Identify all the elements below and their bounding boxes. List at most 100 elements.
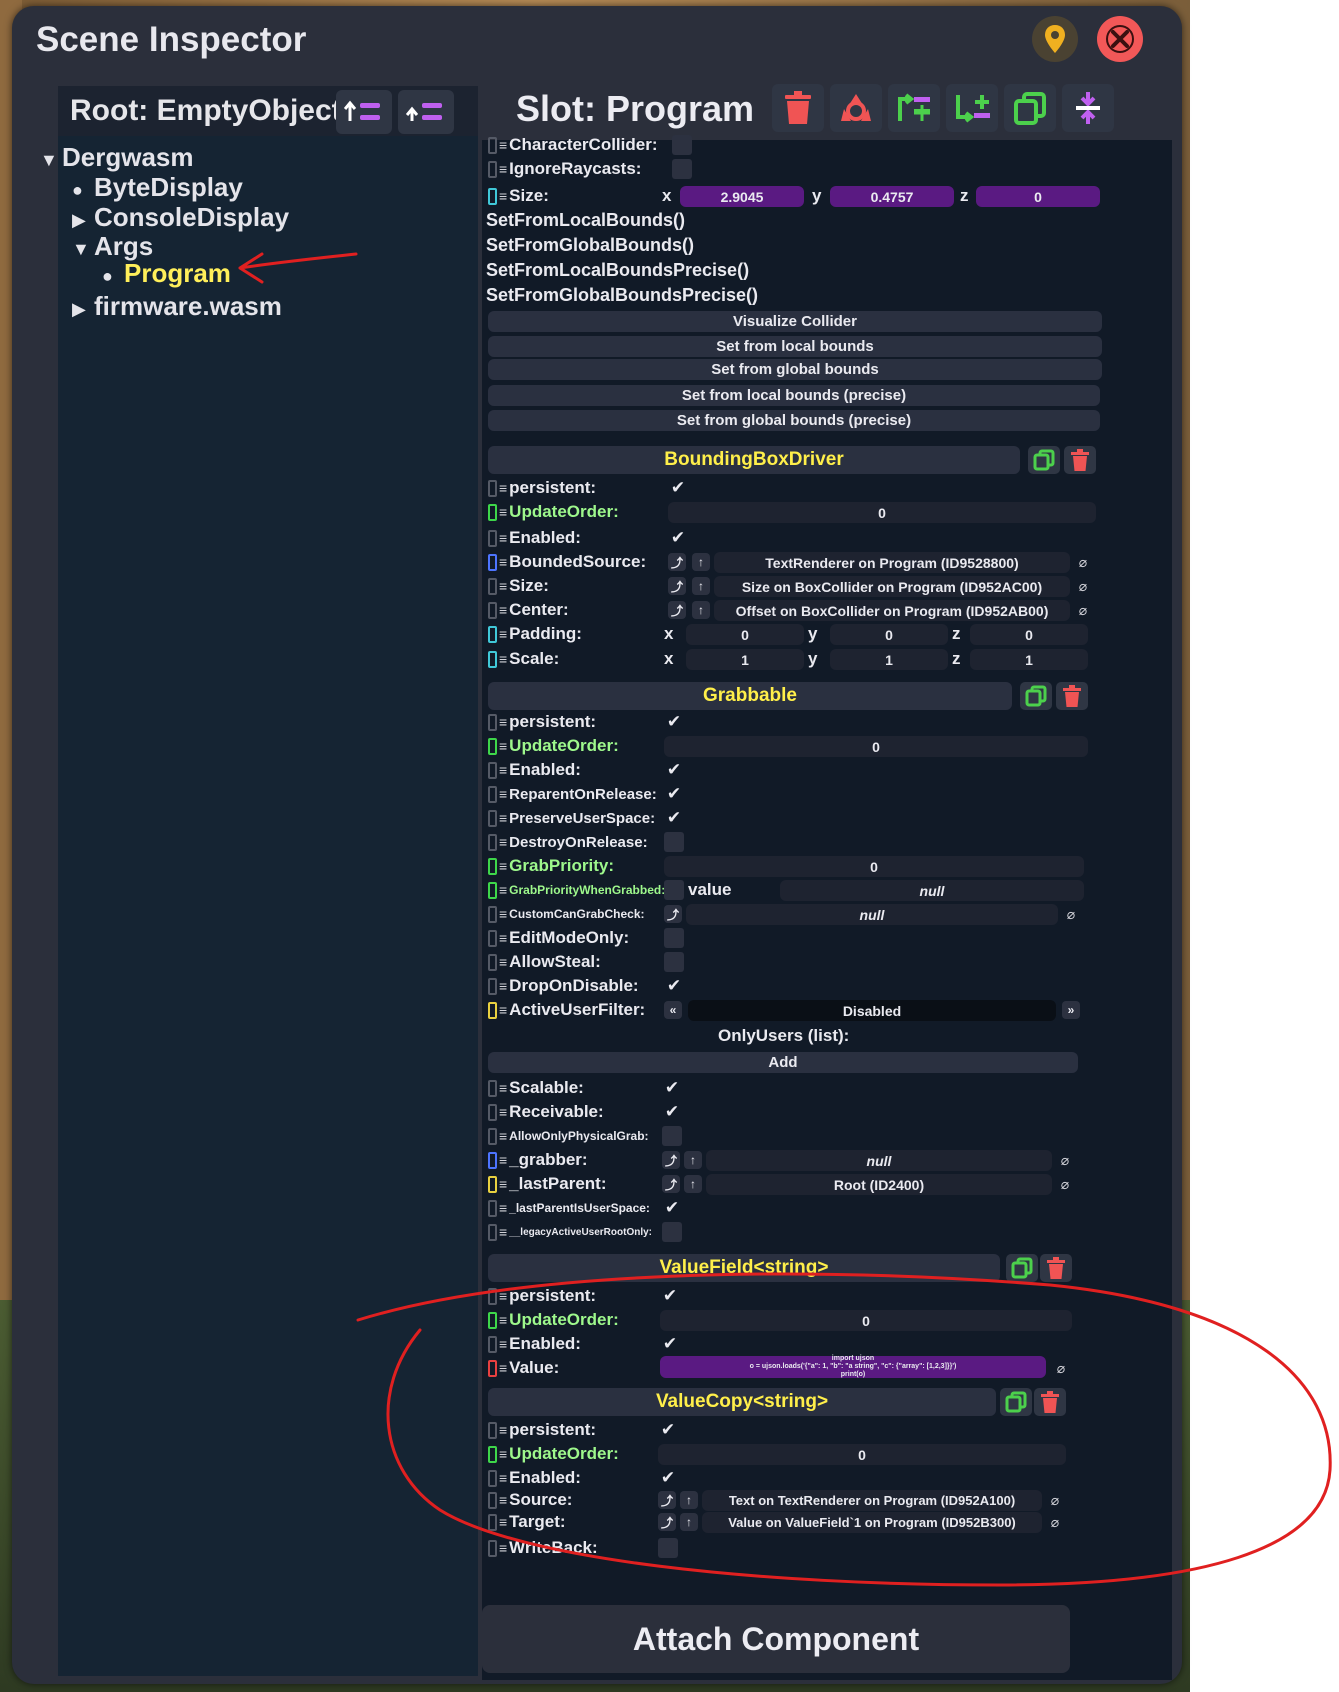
scale-x-field[interactable]: 1	[686, 649, 804, 670]
method-set-global-bounds[interactable]: SetFromGlobalBounds()	[486, 235, 694, 256]
pin-button[interactable]	[1032, 16, 1078, 62]
checkbox[interactable]	[662, 1222, 682, 1242]
custom-can-grab-check-field[interactable]: null	[686, 904, 1058, 925]
grab-priority-grabbed-field[interactable]: null	[780, 880, 1084, 901]
root-set-button[interactable]	[398, 90, 454, 134]
size-x-field[interactable]: 2.9045	[680, 186, 804, 207]
source-field[interactable]: Text on TextRenderer on Program (ID952A1…	[702, 1490, 1042, 1511]
component-header-boundingboxdriver[interactable]: BoundingBoxDriver	[488, 446, 1020, 474]
reference-jump-icon[interactable]: ⤴	[664, 905, 682, 923]
center-target-field[interactable]: Offset on BoxCollider on Program (ID952A…	[714, 600, 1070, 621]
remove-component-button[interactable]	[1034, 1388, 1066, 1416]
center-pivot-button[interactable]	[1062, 84, 1114, 132]
checkbox-checked[interactable]: ✔	[658, 1420, 678, 1440]
component-header-valuefield[interactable]: ValueField<string>	[488, 1254, 1000, 1282]
reference-up-icon[interactable]: ↑	[684, 1151, 702, 1169]
remove-component-button[interactable]	[1040, 1254, 1072, 1282]
clear-reference-icon[interactable]: ⌀	[1074, 601, 1092, 619]
size-target-field[interactable]: Size on BoxCollider on Program (ID952AC0…	[714, 576, 1070, 597]
add-list-item-button[interactable]: Add	[488, 1052, 1078, 1073]
reference-up-icon[interactable]: ↑	[692, 553, 710, 571]
duplicate-slot-button[interactable]	[1004, 84, 1056, 132]
set-from-local-bounds-button[interactable]: Set from local bounds	[488, 336, 1102, 357]
reference-jump-icon[interactable]: ⤴	[658, 1491, 676, 1509]
expand-arrow-icon[interactable]: ▼	[72, 239, 94, 260]
clear-reference-icon[interactable]: ⌀	[1056, 1151, 1074, 1169]
add-child-button[interactable]	[946, 84, 998, 132]
reference-up-icon[interactable]: ↑	[692, 577, 710, 595]
expand-arrow-icon[interactable]: ▶	[72, 210, 94, 231]
update-order-field[interactable]: 0	[658, 1444, 1066, 1465]
checkbox[interactable]	[664, 880, 684, 900]
reference-jump-icon[interactable]: ⤴	[662, 1175, 680, 1193]
checkbox-checked[interactable]: ✔	[662, 1078, 682, 1098]
clear-reference-icon[interactable]: ⌀	[1046, 1491, 1064, 1509]
checkbox-checked[interactable]: ✔	[664, 760, 684, 780]
clear-value-icon[interactable]: ⌀	[1052, 1359, 1070, 1377]
reference-jump-icon[interactable]: ⤴	[668, 601, 686, 619]
checkbox-checked[interactable]: ✔	[662, 1102, 682, 1122]
target-field[interactable]: Value on ValueField`1 on Program (ID952B…	[702, 1512, 1042, 1533]
enum-next-icon[interactable]: »	[1062, 1001, 1080, 1019]
grab-priority-field[interactable]: 0	[664, 856, 1084, 877]
checkbox-checked[interactable]: ✔	[658, 1468, 678, 1488]
component-header-valuecopy[interactable]: ValueCopy<string>	[488, 1388, 996, 1416]
method-set-local-bounds-precise[interactable]: SetFromLocalBoundsPrecise()	[486, 260, 749, 281]
checkbox-checked[interactable]: ✔	[662, 1198, 682, 1218]
tree-item-bytedisplay[interactable]: ● ByteDisplay	[72, 172, 243, 203]
destroy-slot-button[interactable]	[772, 84, 824, 132]
checkbox[interactable]	[664, 928, 684, 948]
checkbox-checked[interactable]: ✔	[664, 784, 684, 804]
duplicate-component-button[interactable]	[1020, 682, 1052, 710]
checkbox[interactable]	[672, 135, 692, 155]
method-set-global-bounds-precise[interactable]: SetFromGlobalBoundsPrecise()	[486, 285, 758, 306]
checkbox-checked[interactable]: ✔	[668, 478, 688, 498]
clear-reference-icon[interactable]: ⌀	[1046, 1513, 1064, 1531]
expand-arrow-icon[interactable]: ▶	[72, 299, 94, 320]
checkbox-checked[interactable]: ✔	[660, 1334, 680, 1354]
duplicate-component-button[interactable]	[1000, 1388, 1032, 1416]
tree-item-program[interactable]: ● Program	[102, 258, 231, 289]
checkbox-checked[interactable]: ✔	[668, 528, 688, 548]
grabber-field[interactable]: null	[706, 1150, 1052, 1171]
checkbox-checked[interactable]: ✔	[664, 712, 684, 732]
scale-y-field[interactable]: 1	[830, 649, 948, 670]
destroy-preserve-button[interactable]	[830, 84, 882, 132]
tree-item-firmware[interactable]: ▶ firmware.wasm	[72, 291, 282, 322]
set-from-local-bounds-precise-button[interactable]: Set from local bounds (precise)	[488, 385, 1100, 406]
insert-parent-button[interactable]	[888, 84, 940, 132]
method-set-local-bounds[interactable]: SetFromLocalBounds()	[486, 210, 685, 231]
clear-reference-icon[interactable]: ⌀	[1074, 577, 1092, 595]
remove-component-button[interactable]	[1064, 446, 1096, 474]
attach-component-button[interactable]: Attach Component	[482, 1605, 1070, 1673]
checkbox[interactable]	[658, 1538, 678, 1558]
size-z-field[interactable]: 0	[976, 186, 1100, 207]
root-up-button[interactable]	[336, 90, 392, 134]
reference-jump-icon[interactable]: ⤴	[668, 553, 686, 571]
clear-reference-icon[interactable]: ⌀	[1062, 905, 1080, 923]
clear-reference-icon[interactable]: ⌀	[1074, 553, 1092, 571]
active-user-filter-field[interactable]: Disabled	[688, 1000, 1056, 1021]
checkbox-checked[interactable]: ✔	[664, 808, 684, 828]
tree-item-consoledisplay[interactable]: ▶ ConsoleDisplay	[72, 202, 289, 233]
set-from-global-bounds-button[interactable]: Set from global bounds	[488, 359, 1102, 380]
update-order-field[interactable]: 0	[660, 1310, 1072, 1331]
set-from-global-bounds-precise-button[interactable]: Set from global bounds (precise)	[488, 410, 1100, 431]
padding-y-field[interactable]: 0	[830, 624, 948, 645]
checkbox[interactable]	[664, 952, 684, 972]
visualize-collider-button[interactable]: Visualize Collider	[488, 311, 1102, 332]
value-string-field[interactable]: import ujson o = ujson.loads('{"a": 1, "…	[660, 1355, 1046, 1378]
update-order-field[interactable]: 0	[664, 736, 1088, 757]
title-bar[interactable]: Scene Inspector	[12, 6, 1182, 80]
size-y-field[interactable]: 0.4757	[830, 186, 954, 207]
checkbox-checked[interactable]: ✔	[664, 976, 684, 996]
last-parent-field[interactable]: Root (ID2400)	[706, 1174, 1052, 1195]
reference-jump-icon[interactable]: ⤴	[662, 1151, 680, 1169]
duplicate-component-button[interactable]	[1006, 1254, 1038, 1282]
close-button[interactable]	[1097, 16, 1143, 62]
checkbox[interactable]	[672, 159, 692, 179]
component-list[interactable]: ≡ CharacterCollider: ≡ IgnoreRaycasts: ≡ Si…	[482, 135, 1172, 1680]
update-order-field[interactable]: 0	[668, 502, 1096, 523]
tree-item-dergwasm[interactable]: ▼ Dergwasm	[40, 142, 194, 173]
expand-arrow-icon[interactable]: ▼	[40, 150, 62, 171]
